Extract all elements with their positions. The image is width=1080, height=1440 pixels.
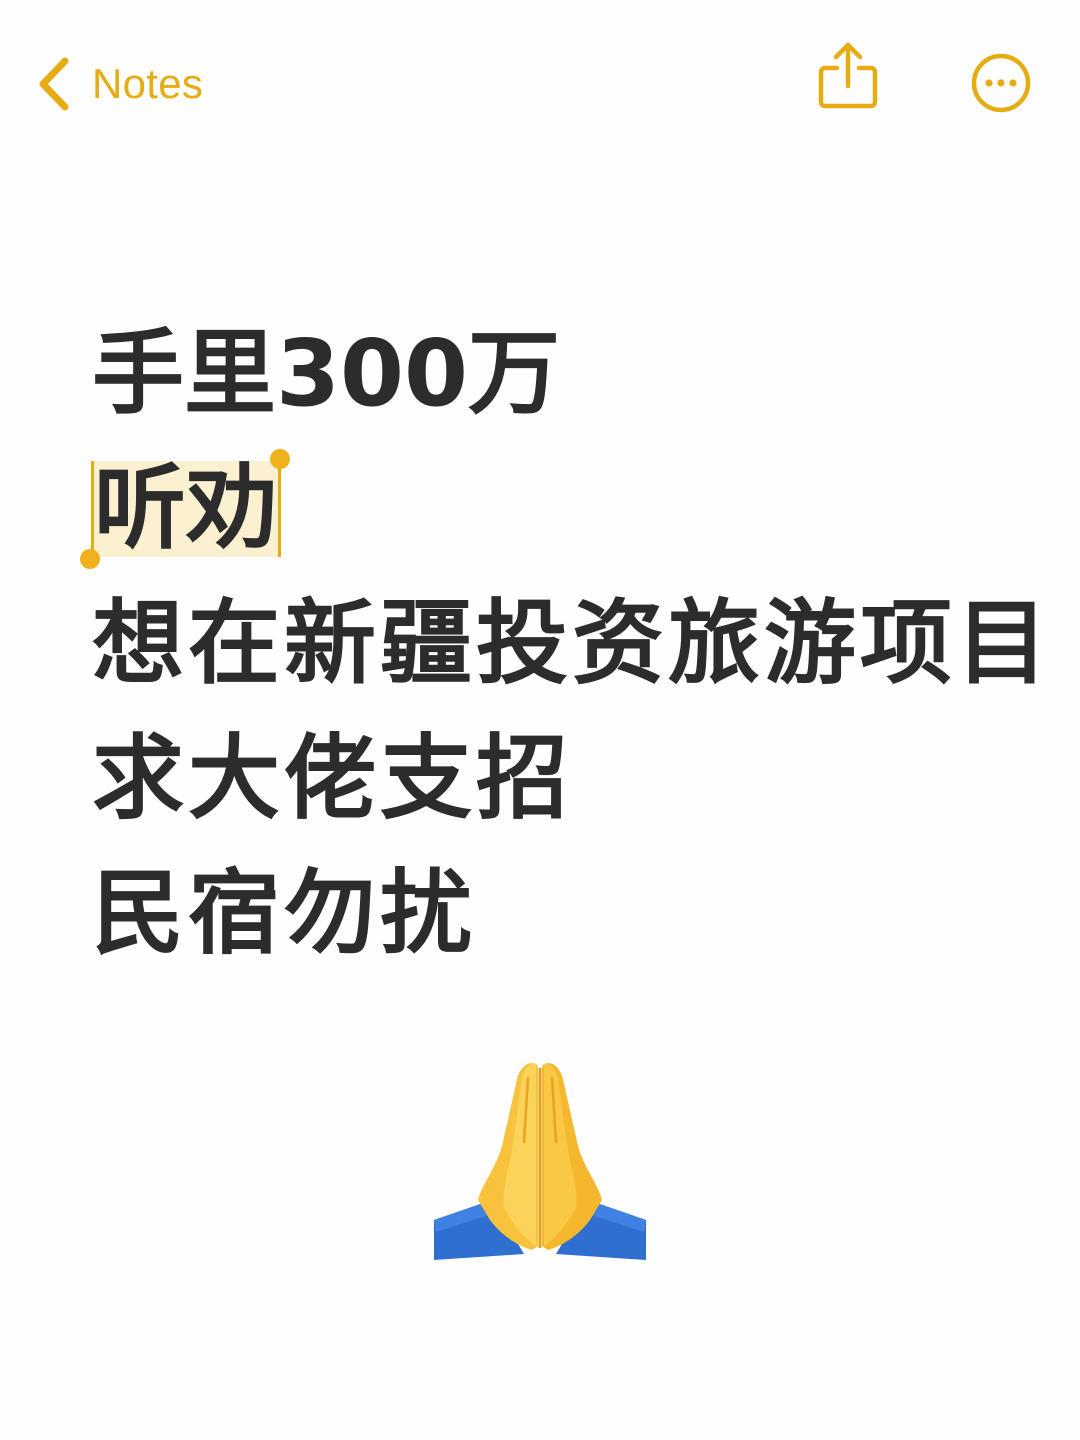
selection-start-caret <box>91 461 94 557</box>
selection-end-caret <box>278 461 282 557</box>
back-button[interactable]: Notes <box>36 52 203 116</box>
note-body[interactable]: 手里300万 听劝 想在新疆投资旅游项目 求大佬支招 民宿勿扰 <box>80 306 1052 981</box>
note-line[interactable]: 想在新疆投资旅游项目 <box>92 576 1052 711</box>
selection-end-handle[interactable] <box>270 449 291 469</box>
folded-hands-icon <box>432 1050 648 1266</box>
note-line[interactable]: 求大佬支招 <box>92 711 1052 846</box>
navigation-bar: Notes <box>0 0 1080 170</box>
note-line[interactable]: 民宿勿扰 <box>92 846 1052 981</box>
note-line-selected[interactable]: 听劝 <box>80 441 1052 576</box>
share-icon <box>818 42 878 109</box>
note-line[interactable]: 手里300万 <box>92 306 1052 441</box>
text-selection[interactable]: 听劝 <box>80 449 291 569</box>
selected-text: 听劝 <box>94 455 279 562</box>
chevron-left-icon <box>39 57 69 111</box>
share-button[interactable] <box>815 40 881 112</box>
ellipsis-circle-icon <box>971 53 1031 113</box>
more-button[interactable] <box>968 50 1034 116</box>
back-button-label: Notes <box>92 60 204 107</box>
selection-start-handle[interactable] <box>80 549 100 569</box>
